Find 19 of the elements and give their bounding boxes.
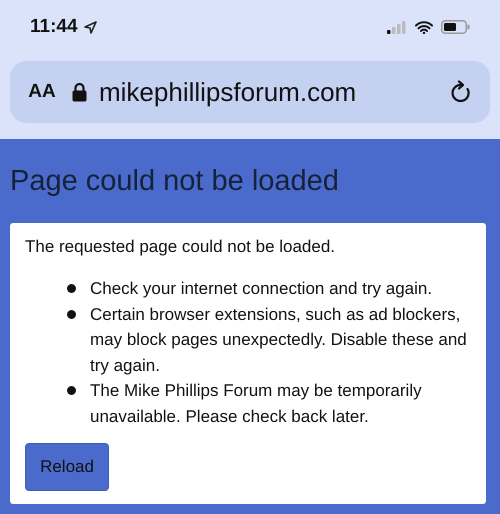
reason-text: Check your internet connection and try again. [90, 278, 432, 300]
bullet-icon [67, 284, 76, 293]
clock-time: 11:44 [30, 16, 78, 38]
bullet-icon [67, 386, 76, 395]
lock-icon [72, 82, 87, 102]
wifi-icon [415, 20, 433, 34]
battery-icon [441, 20, 470, 34]
signal-icon [387, 20, 407, 34]
reload-button[interactable]: Reload [25, 443, 109, 491]
bullet-icon [67, 310, 76, 318]
reason-text: The Mike Phillips Forum may be temporarily unavailable. Please check back later. [90, 380, 423, 428]
reload-icon[interactable] [450, 80, 472, 104]
url-text: mikephillipsforum.com [99, 76, 358, 108]
address-bar[interactable]: AA mikephillipsforum.com [10, 61, 490, 123]
text-size-button[interactable]: AA [22, 81, 62, 103]
page-heading: Page could not be loaded [10, 164, 340, 199]
error-message: The requested page could not be loaded. [25, 236, 336, 258]
reason-text: Certain browser extensions, such as ad blockers, may block pages unexpectedly. Disable these and try again. [90, 304, 468, 376]
location-arrow-icon [84, 20, 97, 34]
